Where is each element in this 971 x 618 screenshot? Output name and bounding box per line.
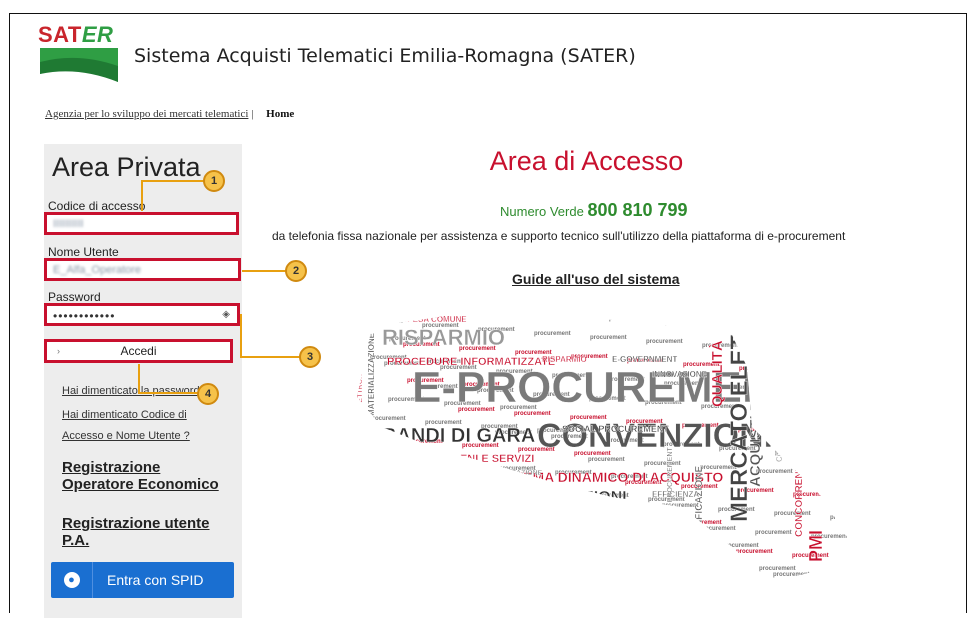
word-cloud-filler: procurement [644, 461, 681, 467]
site-title: Sistema Acquisti Telematici Emilia-Romag… [134, 45, 636, 67]
word-cloud-filler: procurement [590, 335, 627, 341]
word-cloud-word: QUALITÀ [709, 340, 726, 407]
register-pa-link[interactable]: Registrazione utente P.A. [62, 515, 210, 549]
word-cloud-word: SOCIAL PROCUREMENT [562, 424, 669, 434]
callout-1-line [141, 180, 143, 211]
word-cloud-word: RISPARMIO [382, 325, 505, 350]
word-cloud-filler: procurement [588, 457, 625, 463]
callout-3-line-v [240, 314, 242, 357]
sater-logo[interactable]: SATER [38, 22, 120, 84]
toll-free: Numero Verde 800 810 799 [500, 200, 688, 221]
word-cloud-filler: procurement [534, 331, 571, 337]
access-code-label: Codice di accesso [48, 199, 146, 213]
word-cloud-word: PROCEDURE INFORMATIZZATE [387, 356, 555, 368]
callout-2-line [242, 270, 286, 272]
breadcrumb-home[interactable]: Home [266, 108, 294, 120]
word-cloud-filler: procurement [755, 530, 792, 536]
spid-login-button[interactable]: ● Entra con SPID [51, 562, 234, 598]
breadcrumb-separator: | [251, 108, 254, 120]
spid-user-icon: ● [51, 562, 93, 598]
breadcrumb-agency-link[interactable]: Agenzia per lo sviluppo dei mercati tele… [45, 108, 248, 120]
username-input[interactable]: E_Alfa_Operatore [44, 258, 241, 281]
show-password-icon[interactable]: ◈ [222, 309, 230, 320]
password-input[interactable]: •••••••••••• ◈ [44, 303, 240, 326]
callout-4-line-h [138, 392, 198, 394]
forgot-code-link-line2[interactable]: Accesso e Nome Utente ? [62, 430, 190, 442]
password-label: Password [48, 290, 101, 304]
forgot-password-link[interactable]: Hai dimenticato la password? [62, 385, 206, 397]
access-code-input[interactable]: IIIIIIIIII [44, 212, 239, 235]
callout-4-line-v [138, 364, 140, 392]
forgot-code-link-line1[interactable]: Hai dimenticato Codice di [62, 409, 187, 421]
callout-3: 3 [299, 346, 321, 368]
word-cloud-word: EFFICIENZA [652, 490, 699, 499]
support-text: da telefonia fissa nazionale per assiste… [272, 229, 846, 243]
username-label: Nome Utente [48, 245, 119, 259]
word-cloud-word: INNOVAZIONE [652, 370, 708, 379]
main-title: Area di Accesso [489, 146, 684, 176]
register-operator-link[interactable]: Registrazione Operatore Economico [62, 459, 219, 493]
callout-3-line-h [240, 356, 300, 358]
logo-flag-icon [40, 48, 118, 82]
callout-2: 2 [285, 260, 307, 282]
guide-link[interactable]: Guide all'uso del sistema [512, 271, 680, 287]
word-cloud-word: E-GOVERNMENT [612, 355, 677, 364]
word-cloud-filler: procurement [736, 549, 773, 555]
word-cloud-word: PMI [806, 530, 826, 562]
login-button[interactable]: › Accedi [44, 339, 233, 363]
word-cloud-filler: procurement [646, 339, 683, 345]
word-cloud-word: RISPARMIO [542, 355, 587, 364]
toll-free-number: 800 810 799 [587, 200, 688, 220]
toll-free-label: Numero Verde [500, 204, 584, 219]
callout-1-line-h [141, 180, 204, 182]
chevron-right-icon: › [57, 346, 60, 356]
word-cloud-image: procurement procurement procurement procure… [352, 307, 852, 592]
word-cloud-filler: procurement [774, 511, 811, 517]
callout-4: 4 [197, 383, 219, 405]
breadcrumb: Agenzia per lo sviluppo dei mercati tele… [45, 108, 294, 120]
